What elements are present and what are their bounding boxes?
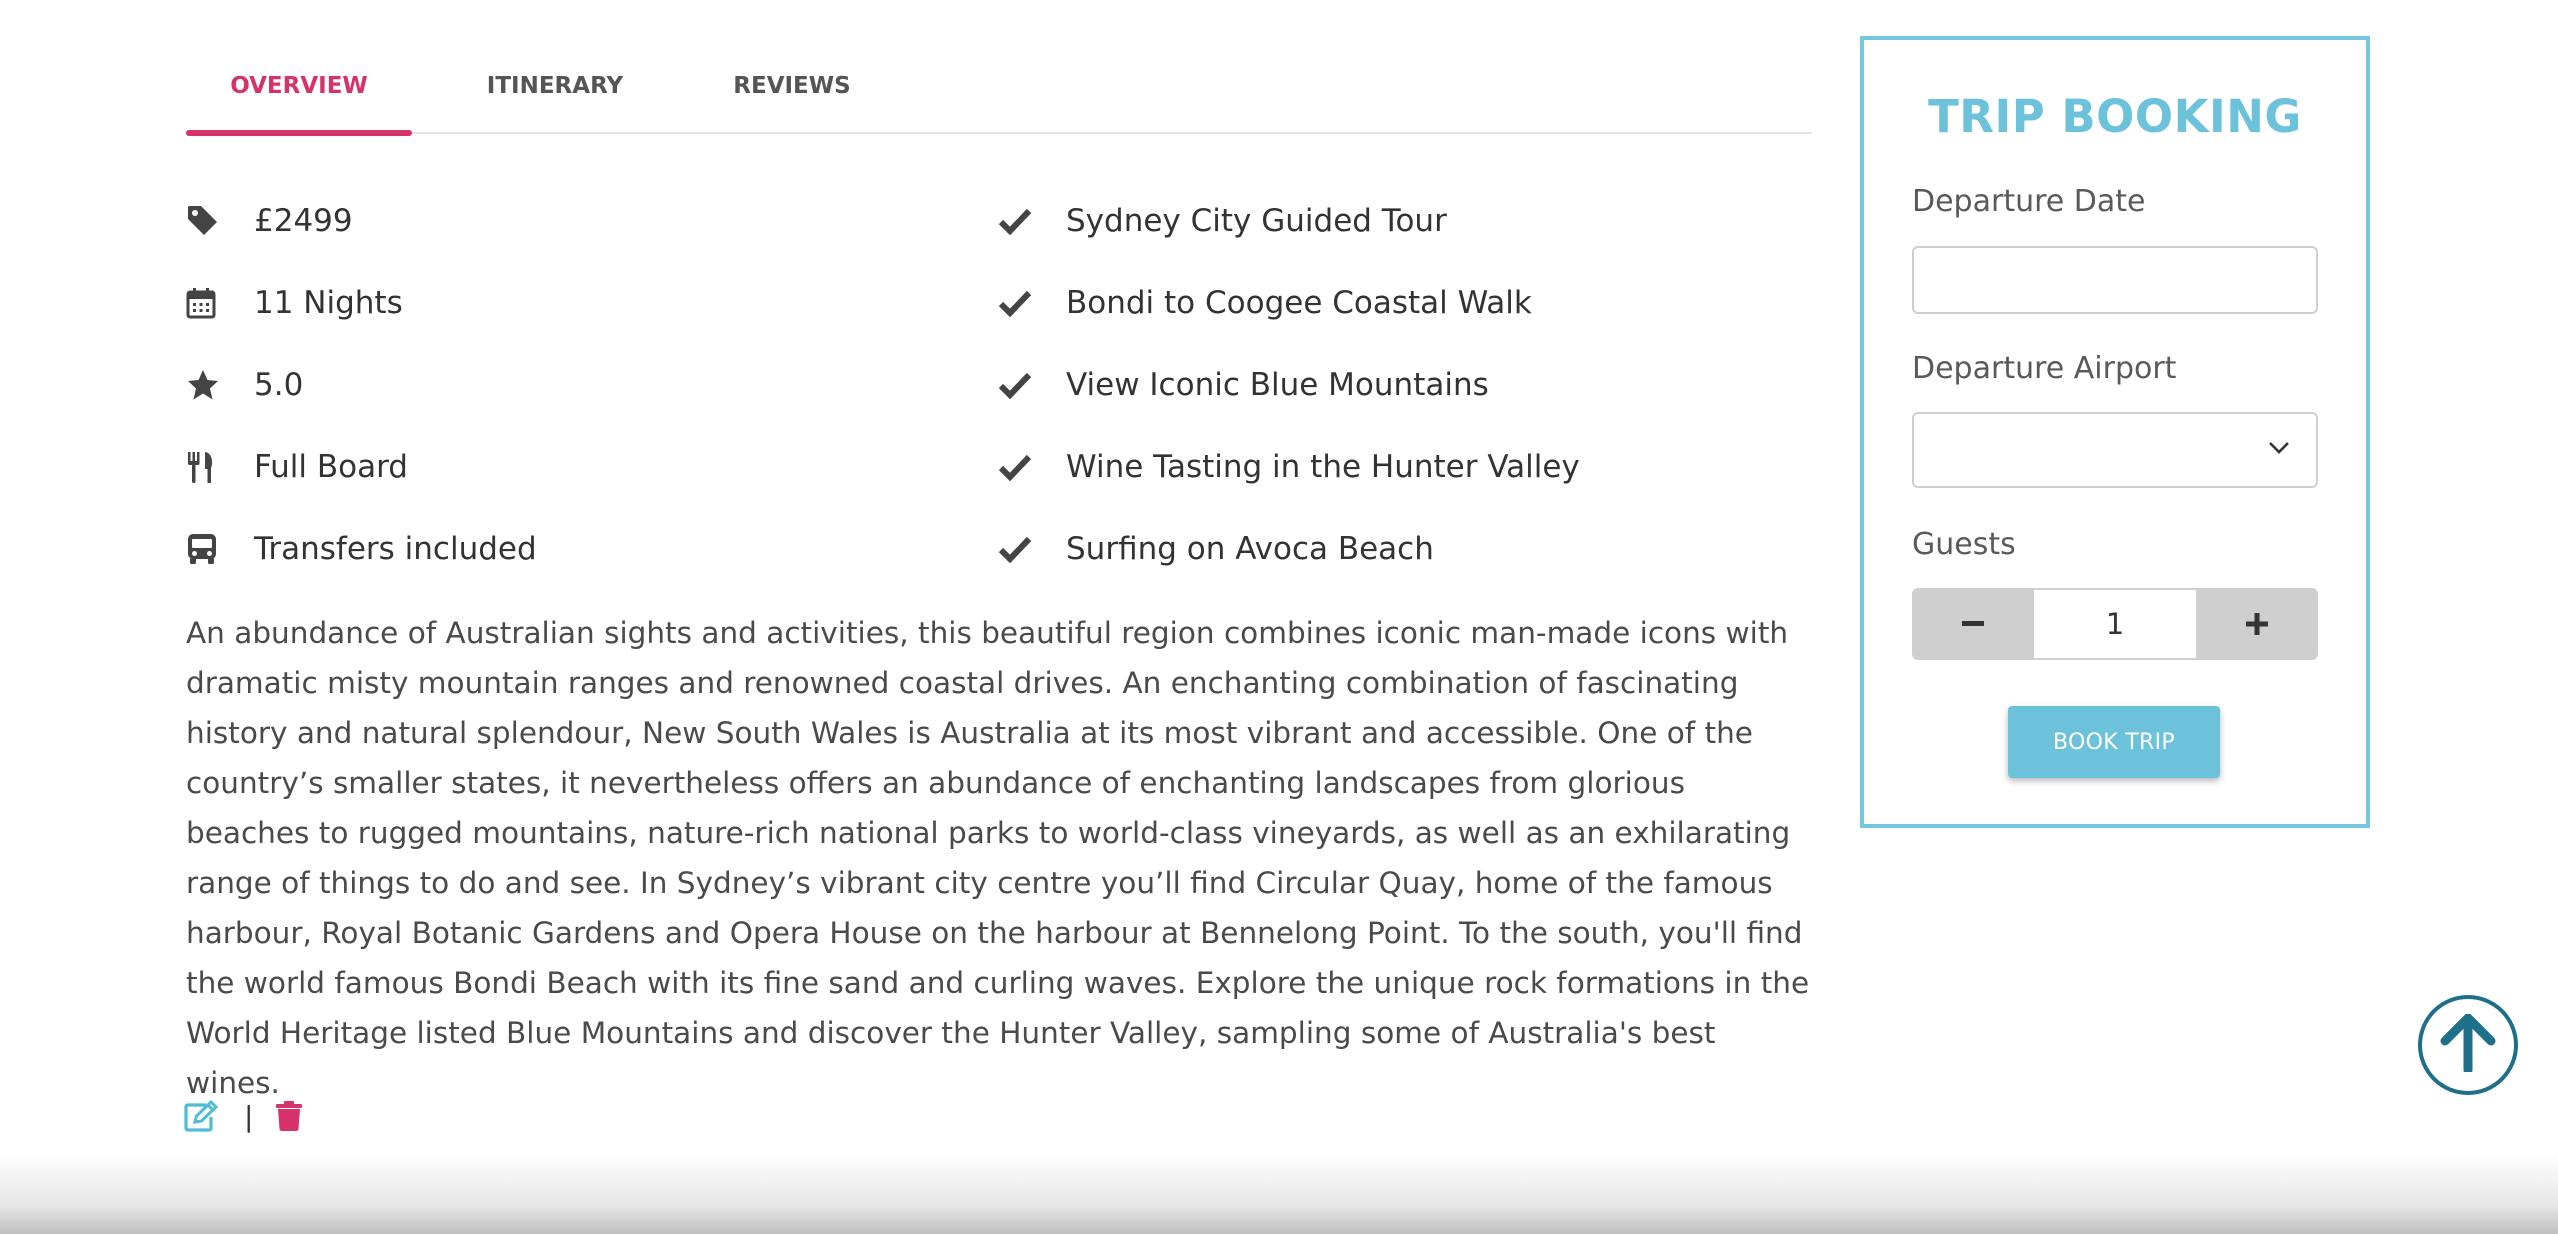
check-icon — [998, 207, 1066, 235]
check-icon — [998, 371, 1066, 399]
highlight-text: Surfing on Avoca Beach — [1066, 531, 1434, 567]
trash-icon[interactable] — [275, 1100, 303, 1132]
trip-highlights: Sydney City Guided Tour Bondi to Coogee … — [998, 180, 1798, 590]
edit-icon[interactable] — [184, 1100, 218, 1132]
check-icon — [998, 453, 1066, 481]
star-icon — [186, 368, 254, 402]
price-tag-icon — [186, 204, 254, 238]
fact-board-text: Full Board — [254, 449, 408, 485]
highlight-text: Bondi to Coogee Coastal Walk — [1066, 285, 1532, 321]
booking-title: TRIP BOOKING — [1928, 90, 2302, 143]
bus-icon — [186, 532, 254, 566]
fact-duration-text: 11 Nights — [254, 285, 403, 321]
departure-date-label: Departure Date — [1912, 184, 2146, 219]
cutlery-icon — [186, 450, 254, 484]
departure-airport-label: Departure Airport — [1912, 351, 2177, 386]
minus-icon — [1962, 621, 1984, 626]
departure-airport-select[interactable] — [1912, 412, 2318, 488]
guests-stepper: 1 — [1912, 588, 2318, 660]
trip-details-page: OVERVIEW ITINERARY REVIEWS £2499 11 Nigh… — [0, 0, 2558, 1234]
guests-label: Guests — [1912, 527, 2016, 562]
decrease-guests-button[interactable] — [1914, 590, 2032, 658]
fact-transfers-text: Transfers included — [254, 531, 537, 567]
tab-overview[interactable]: OVERVIEW — [186, 50, 412, 136]
highlight-text: View Iconic Blue Mountains — [1066, 367, 1489, 403]
arrow-up-icon — [2440, 1013, 2496, 1076]
highlight-text: Wine Tasting in the Hunter Valley — [1066, 449, 1580, 485]
departure-date-input[interactable] — [1912, 246, 2318, 314]
fact-price: £2499 — [186, 180, 966, 262]
highlight-item: Bondi to Coogee Coastal Walk — [998, 262, 1798, 344]
tab-bar: OVERVIEW ITINERARY REVIEWS — [186, 50, 1812, 136]
fact-duration: 11 Nights — [186, 262, 966, 344]
check-icon — [998, 535, 1066, 563]
trip-facts: £2499 11 Nights 5.0 Full Board Transfers… — [186, 180, 966, 590]
fact-rating: 5.0 — [186, 344, 966, 426]
highlight-item: Sydney City Guided Tour — [998, 180, 1798, 262]
highlight-item: View Iconic Blue Mountains — [998, 344, 1798, 426]
fact-transfers: Transfers included — [186, 508, 966, 590]
increase-guests-button[interactable] — [2198, 590, 2316, 658]
action-separator: | — [244, 1099, 254, 1133]
highlight-text: Sydney City Guided Tour — [1066, 203, 1447, 239]
chevron-down-icon — [2268, 440, 2290, 459]
fact-rating-text: 5.0 — [254, 367, 304, 403]
calendar-icon — [186, 287, 254, 319]
book-trip-button[interactable]: BOOK TRIP — [2008, 706, 2220, 778]
guests-count[interactable]: 1 — [2032, 590, 2198, 658]
bottom-shadow — [0, 1150, 2558, 1234]
tab-reviews[interactable]: REVIEWS — [692, 50, 892, 134]
trip-description: An abundance of Australian sights and ac… — [186, 616, 1810, 1100]
fact-price-text: £2499 — [254, 203, 353, 239]
highlight-item: Wine Tasting in the Hunter Valley — [998, 426, 1798, 508]
fact-board: Full Board — [186, 426, 966, 508]
admin-actions: | — [184, 1096, 303, 1136]
plus-icon — [2246, 613, 2268, 635]
tab-itinerary[interactable]: ITINERARY — [442, 50, 668, 134]
highlight-item: Surfing on Avoca Beach — [998, 508, 1798, 590]
trip-booking-panel: TRIP BOOKING Departure Date Departure Ai… — [1860, 36, 2370, 828]
scroll-to-top-button[interactable] — [2418, 995, 2518, 1095]
check-icon — [998, 289, 1066, 317]
